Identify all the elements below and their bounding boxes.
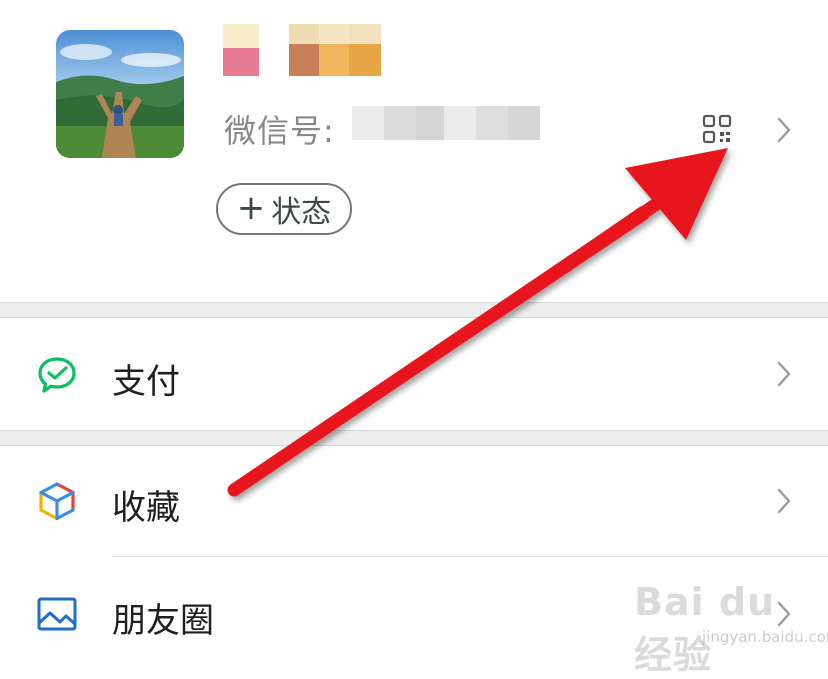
menu-label-favorites: 收藏 (112, 488, 180, 528)
menu-label-pay: 支付 (112, 362, 180, 402)
baidu-jingyan-watermark: Bai du 经验 jingyan.baidu.com (632, 572, 828, 677)
plus-icon: + (236, 188, 266, 228)
chevron-right-icon (776, 360, 792, 388)
chevron-right-icon[interactable] (776, 116, 792, 144)
qr-code-icon[interactable] (702, 114, 732, 144)
nickname-blurred (223, 24, 383, 78)
cube-icon (36, 480, 78, 522)
status-button-label: 状态 (271, 195, 332, 230)
watermark-site: jingyan.baidu.com (702, 628, 828, 646)
section-separator (0, 302, 828, 318)
add-status-button[interactable]: + 状态 (216, 183, 352, 235)
wechat-id-blurred (352, 106, 540, 140)
chevron-right-icon (776, 487, 792, 515)
wechat-id-label: 微信号: (224, 112, 335, 150)
avatar[interactable] (56, 30, 184, 158)
menu-item-favorites[interactable]: 收藏 (0, 446, 828, 556)
wallet-check-icon (36, 354, 78, 396)
picture-icon (36, 593, 78, 635)
section-separator (0, 430, 828, 446)
profile-header[interactable]: 微信号: + 状态 (0, 0, 828, 302)
menu-item-pay[interactable]: 支付 (0, 318, 828, 430)
menu-label-moments: 朋友圈 (112, 601, 214, 641)
